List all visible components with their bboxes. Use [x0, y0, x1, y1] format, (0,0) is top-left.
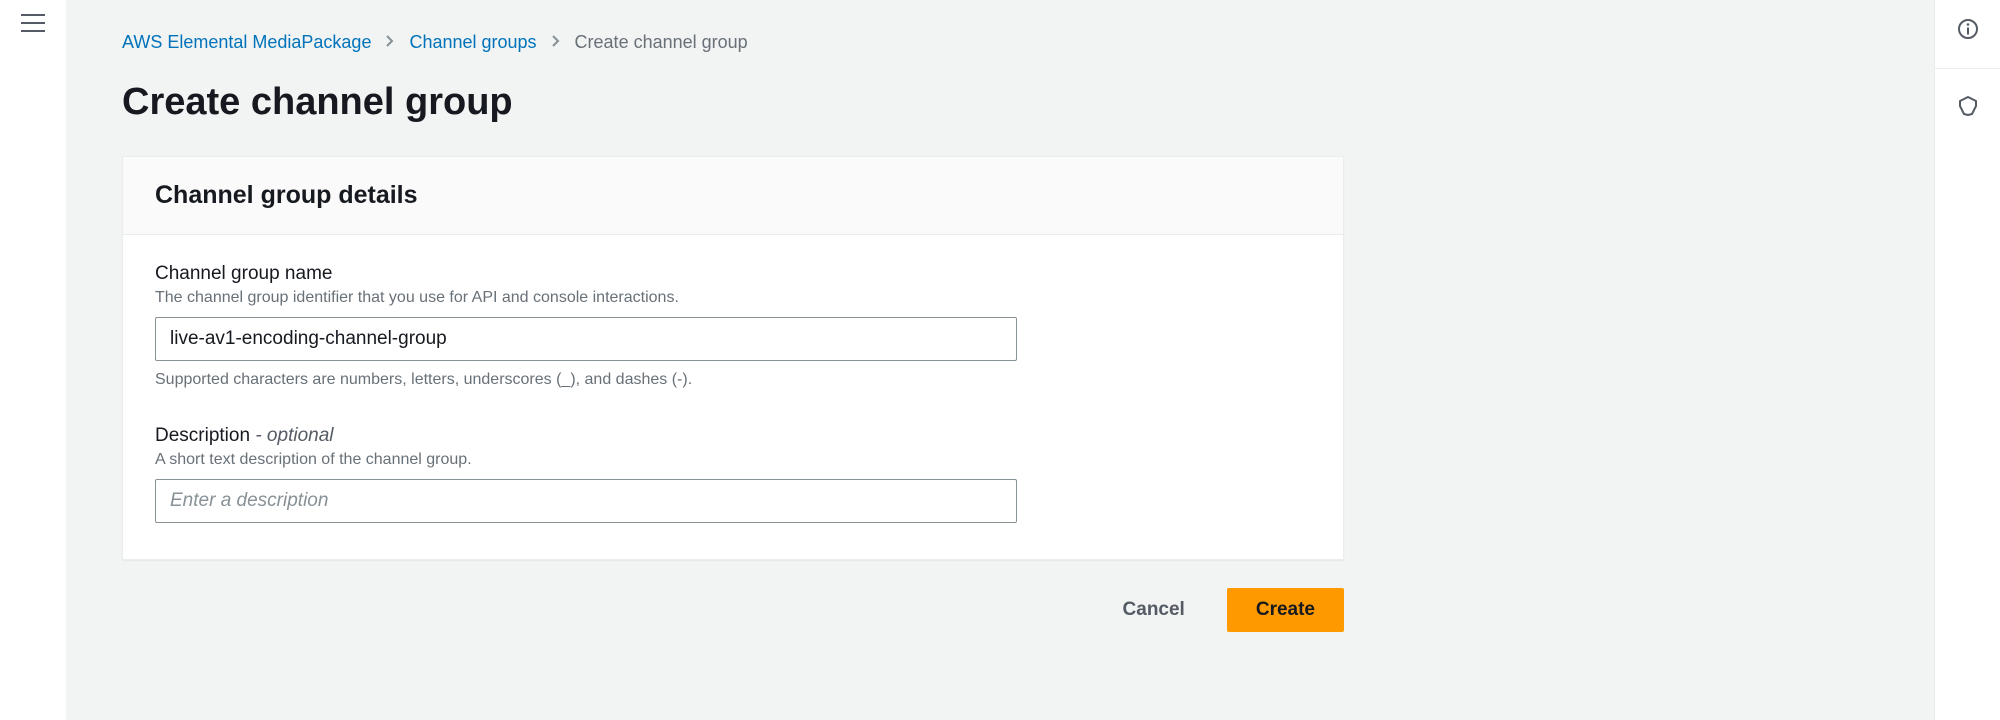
- right-rail: [1934, 0, 2000, 720]
- chevron-right-icon: [385, 32, 395, 53]
- description-field: Description - optional A short text desc…: [155, 425, 1311, 523]
- channel-group-name-field: Channel group name The channel group ide…: [155, 263, 1311, 389]
- breadcrumb-root-link[interactable]: AWS Elemental MediaPackage: [122, 32, 371, 53]
- cancel-button[interactable]: Cancel: [1095, 588, 1213, 632]
- info-icon[interactable]: [1957, 18, 1979, 40]
- breadcrumb-current: Create channel group: [575, 32, 748, 53]
- left-rail: [0, 0, 66, 720]
- breadcrumb-channel-groups-link[interactable]: Channel groups: [409, 32, 536, 53]
- shield-icon[interactable]: [1957, 95, 1979, 117]
- name-constraint: Supported characters are numbers, letter…: [155, 371, 1311, 389]
- name-hint: The channel group identifier that you us…: [155, 289, 1311, 307]
- panel-header: Channel group details: [123, 157, 1343, 235]
- chevron-right-icon: [551, 32, 561, 53]
- rail-divider: [1935, 68, 2000, 69]
- panel-title: Channel group details: [155, 181, 1311, 210]
- breadcrumb: AWS Elemental MediaPackage Channel group…: [122, 32, 1878, 53]
- main-content: AWS Elemental MediaPackage Channel group…: [66, 0, 1934, 720]
- form-actions: Cancel Create: [122, 588, 1344, 632]
- channel-group-details-panel: Channel group details Channel group name…: [122, 156, 1344, 560]
- description-optional-suffix: - optional: [250, 425, 333, 446]
- panel-body: Channel group name The channel group ide…: [123, 235, 1343, 559]
- description-label-text: Description: [155, 425, 250, 446]
- channel-group-name-input[interactable]: [155, 317, 1017, 361]
- description-label: Description - optional: [155, 425, 1311, 447]
- description-hint: A short text description of the channel …: [155, 451, 1311, 469]
- page-title: Create channel group: [122, 81, 1878, 124]
- name-label: Channel group name: [155, 263, 1311, 285]
- create-button[interactable]: Create: [1227, 588, 1344, 632]
- hamburger-menu-icon[interactable]: [21, 14, 45, 32]
- description-input[interactable]: [155, 479, 1017, 523]
